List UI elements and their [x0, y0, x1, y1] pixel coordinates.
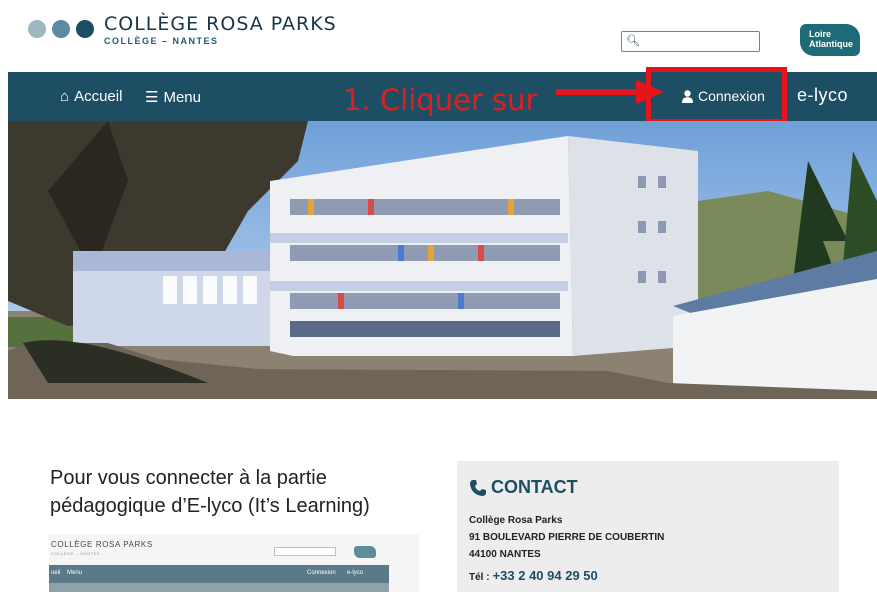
site-brand-link[interactable]: COLLÈGE ROSA PARKS COLLÈGE – NANTES [104, 13, 337, 46]
main-navbar: ⌂ Accueil ☰ Menu 1. Cliquer sur Connexio… [8, 67, 877, 124]
contact-panel: CONTACT Collège Rosa Parks 91 BOULEVARD … [457, 461, 839, 592]
brand-subtitle: COLLÈGE – NANTES [104, 36, 219, 46]
thumb-navbar: ueil Menu Connexion e-lyco [49, 565, 389, 583]
contact-phone-link[interactable]: +33 2 40 94 29 50 [493, 568, 598, 583]
thumb-nav-home: ueil [51, 570, 61, 576]
user-icon [682, 89, 693, 103]
hero-photo [8, 121, 877, 399]
thumb-nav-login: Connexion [307, 570, 336, 576]
search-box[interactable]: 🔍︎ [621, 31, 760, 52]
brand-dot [76, 20, 94, 38]
thumb-subtitle: COLLÈGE – NANTES [51, 551, 101, 556]
nav-home-label: Accueil [74, 88, 123, 105]
heading-line1: Pour vous connecter à la partie [50, 467, 327, 489]
contact-address: 91 BOULEVARD PIERRE DE COUBERTIN [469, 532, 665, 543]
contact-phone-row: Tél : +33 2 40 94 29 50 [469, 568, 598, 583]
login-instructions-heading: Pour vous connecter à la partie pédagogi… [50, 464, 410, 520]
contact-name: Collège Rosa Parks [469, 515, 563, 526]
contact-phone-label: Tél : [469, 572, 490, 583]
thumb-search-box [274, 547, 336, 556]
thumb-photo-strip [49, 583, 389, 592]
thumb-nav-menu: Menu [67, 570, 83, 576]
nav-menu[interactable]: ☰ Menu [145, 88, 201, 107]
logo-text-line1: Loire [809, 29, 832, 39]
phone-icon [470, 479, 486, 496]
brand-dots [28, 20, 94, 38]
thumb-logo [354, 546, 376, 558]
instruction-annotation: 1. Cliquer sur [343, 83, 538, 117]
elyco-link[interactable]: e-lyco [797, 85, 848, 106]
thumb-brand: COLLÈGE ROSA PARKS [51, 540, 153, 549]
logo-text-line2: Atlantique [809, 39, 853, 49]
thumb-nav-elyco: e-lyco [347, 570, 364, 576]
nav-menu-label: Menu [163, 88, 201, 106]
nav-home[interactable]: ⌂ Accueil [60, 88, 122, 105]
home-icon: ⌂ [60, 88, 70, 105]
contact-city: 44100 NANTES [469, 549, 541, 560]
brand-title: COLLÈGE ROSA PARKS [104, 13, 337, 35]
website-thumbnail: COLLÈGE ROSA PARKS COLLÈGE – NANTES ueil… [49, 534, 419, 592]
search-input[interactable] [638, 34, 756, 49]
hamburger-icon: ☰ [145, 89, 159, 106]
brand-dot [28, 20, 46, 38]
contact-title: CONTACT [469, 477, 578, 498]
heading-line2: pédagogique d’E-lyco (It’s Learning) [50, 495, 370, 517]
loire-atlantique-logo[interactable]: Loire Atlantique [800, 24, 860, 56]
brand-dot [52, 20, 70, 38]
site-header: COLLÈGE ROSA PARKS COLLÈGE – NANTES 🔍︎ L… [0, 0, 877, 72]
login-button[interactable]: Connexion [682, 88, 765, 104]
contact-title-text: CONTACT [491, 477, 578, 497]
login-label: Connexion [698, 88, 765, 104]
school-building-photo [8, 121, 877, 399]
